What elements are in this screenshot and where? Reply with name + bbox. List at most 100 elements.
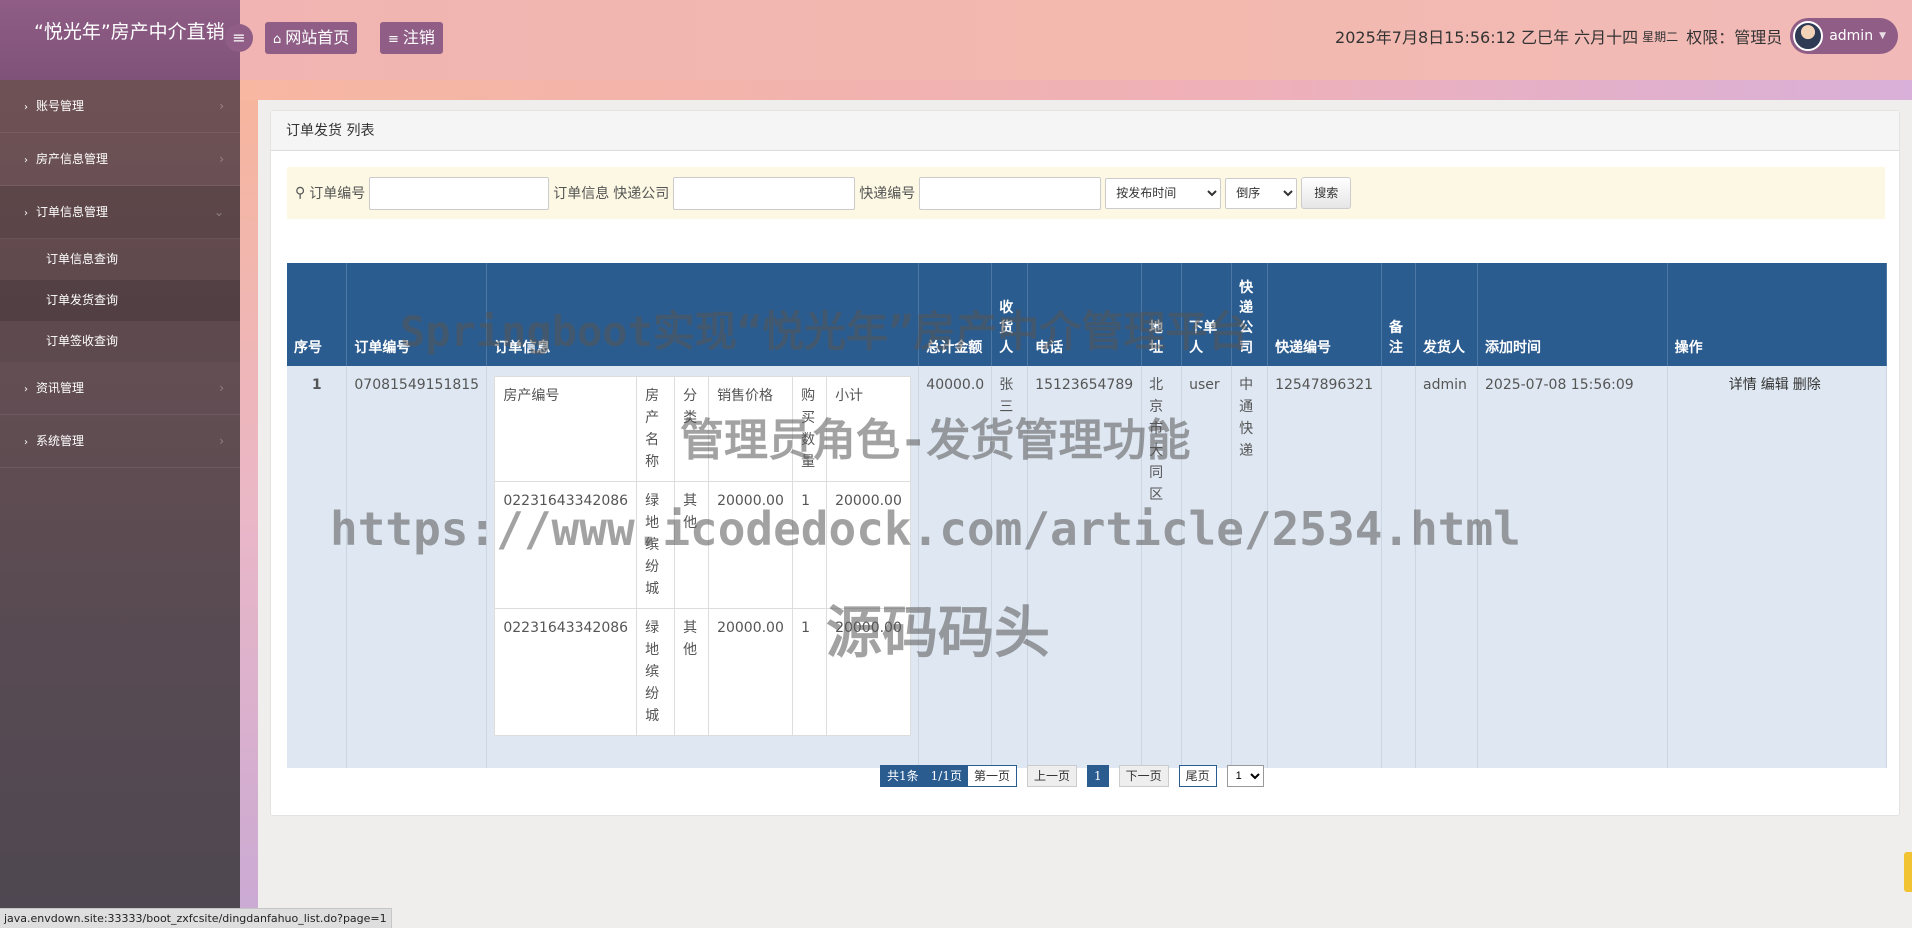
inner-cell: 绿地缤纷城 <box>636 608 676 736</box>
logout-button[interactable]: ≡ 注销 <box>380 22 443 54</box>
last-page-link[interactable]: 尾页 <box>1178 765 1217 787</box>
sidebar-subitem-order-query[interactable]: 订单信息查询 <box>0 239 240 280</box>
order-no-input[interactable] <box>369 176 550 210</box>
col-order-no: 订单编号 <box>346 263 488 366</box>
chevron-right-icon: › <box>24 102 28 113</box>
chevron-down-icon: ▼ <box>1879 31 1886 41</box>
browser-status-bar: java.envdown.site:33333/boot_zxfcsite/di… <box>0 908 392 928</box>
sidebar-item-system[interactable]: › 系统管理 › <box>0 415 240 468</box>
sidebar-item-property[interactable]: › 房产信息管理 › <box>0 133 240 186</box>
inner-cell: 其他 <box>674 481 710 609</box>
cell-order-info: 房产编号 房产名称 分类 销售价格 购买数量 小计 02231643342086… <box>486 366 920 768</box>
tracking-input[interactable] <box>919 176 1102 210</box>
col-tracking: 快递编号 <box>1267 263 1383 366</box>
search-icon: ⚲ <box>295 185 306 201</box>
content-top-strip <box>240 80 1912 100</box>
col-buyer: 下单人 <box>1181 263 1233 366</box>
inner-cell: 20000.00 <box>826 608 912 736</box>
table-header-row: 序号 订单编号 订单信息 总计金额 收货人 电话 地址 下单人 快递公司 快递编… <box>287 263 1888 366</box>
page-1-link[interactable]: 1 <box>1087 765 1109 787</box>
chevron-right-icon: › <box>24 155 28 166</box>
inner-col-subtotal: 小计 <box>826 376 912 482</box>
cell-tracking: 12547896321 <box>1267 366 1383 768</box>
inner-col-quantity: 购买数量 <box>792 376 828 482</box>
chevron-right-icon: › <box>219 434 224 448</box>
total-count: 共1条 <box>881 766 925 786</box>
col-remark: 备注 <box>1381 263 1417 366</box>
col-ops: 操作 <box>1667 263 1888 366</box>
brand-title: “悦光年”房产中介直销 <box>0 0 240 80</box>
chevron-right-icon: › <box>219 152 224 166</box>
table-row: 1 07081549151815 房产编号 房产名称 分类 销售价格 购买数量 … <box>287 366 1888 768</box>
home-icon: ⌂ <box>273 32 282 47</box>
content-area: 订单发货 列表 ⚲ 订单编号 订单信息 快递公司 快递编号 按发布时间 倒序 搜… <box>240 80 1912 928</box>
side-widget-tab[interactable] <box>1904 852 1912 892</box>
cell-buyer: user <box>1181 366 1233 768</box>
sidebar-subitem-receipt-query[interactable]: 订单签收查询 <box>0 321 240 362</box>
top-header: “悦光年”房产中介直销 ≡ ⌂ 网站首页 ≡ 注销 2025年7月8日15:56:1… <box>0 0 1912 80</box>
inner-cell: 1 <box>792 481 828 609</box>
prev-page-link[interactable]: 上一页 <box>1026 765 1077 787</box>
cell-time: 2025-07-08 15:56:09 <box>1477 366 1668 768</box>
chevron-right-icon: › <box>24 437 28 448</box>
search-bar: ⚲ 订单编号 订单信息 快递公司 快递编号 按发布时间 倒序 搜索 <box>287 167 1885 219</box>
orders-table: 序号 订单编号 订单信息 总计金额 收货人 电话 地址 下单人 快递公司 快递编… <box>287 263 1888 768</box>
home-button[interactable]: ⌂ 网站首页 <box>265 22 358 54</box>
inner-cell: 02231643342086 <box>494 608 638 736</box>
next-page-link[interactable]: 下一页 <box>1118 765 1169 787</box>
user-menu[interactable]: admin ▼ <box>1790 18 1898 54</box>
weekday: 星期二 <box>1642 29 1679 44</box>
cell-courier: 中通快递 <box>1231 366 1269 768</box>
delete-link[interactable]: 删除 <box>1793 377 1821 393</box>
header-right: 2025年7月8日15:56:12 乙巳年 六月十四 星期二 权限：管理员 ad… <box>1335 18 1898 54</box>
detail-link[interactable]: 详情 <box>1729 377 1757 393</box>
inner-header-row: 房产编号 房产名称 分类 销售价格 购买数量 小计 <box>494 376 912 482</box>
page-count: 1/1页 <box>924 766 968 786</box>
cell-shipper: admin <box>1415 366 1478 768</box>
cell-total: 40000.0 <box>918 366 993 768</box>
cell-order-no: 07081549151815 <box>346 366 488 768</box>
cell-address: 北京市大同区 <box>1141 366 1183 768</box>
order-items-table: 房产编号 房产名称 分类 销售价格 购买数量 小计 02231643342086… <box>494 376 912 736</box>
col-courier: 快递公司 <box>1231 263 1269 366</box>
col-index: 序号 <box>287 263 348 366</box>
sort-order-select[interactable]: 倒序 <box>1225 177 1298 209</box>
col-time: 添加时间 <box>1477 263 1668 366</box>
chevron-down-icon: ⌄ <box>213 205 224 219</box>
col-phone: 电话 <box>1027 263 1143 366</box>
sort-field-select[interactable]: 按发布时间 <box>1105 177 1222 209</box>
order-no-label: 订单编号 <box>309 186 366 202</box>
menu-toggle-icon[interactable]: ≡ <box>225 24 253 52</box>
cell-remark <box>1381 366 1417 768</box>
sidebar-item-account[interactable]: › 账号管理 › <box>0 80 240 133</box>
chevron-right-icon: › <box>24 208 28 219</box>
pagination: 共1条 1/1页 第一页 上一页 1 下一页 尾页 1 <box>880 765 1264 787</box>
panel-title: 订单发货 列表 <box>271 111 1899 151</box>
col-receiver: 收货人 <box>991 263 1029 366</box>
content-left-edge <box>240 100 258 928</box>
inner-cell: 绿地缤纷城 <box>636 481 676 609</box>
sidebar-item-news[interactable]: › 资讯管理 › <box>0 362 240 415</box>
page-select[interactable]: 1 <box>1226 765 1264 787</box>
page-summary: 共1条 1/1页 第一页 <box>880 765 1017 787</box>
inner-cell: 20000.00 <box>826 481 912 609</box>
bars-icon: ≡ <box>388 32 399 47</box>
inner-col-category: 分类 <box>674 376 710 482</box>
edit-link[interactable]: 编辑 <box>1761 377 1789 393</box>
inner-cell: 20000.00 <box>708 608 794 736</box>
first-page-link[interactable]: 第一页 <box>967 766 1016 786</box>
inner-cell: 其他 <box>674 608 710 736</box>
inner-col-property-no: 房产编号 <box>494 376 638 482</box>
courier-input[interactable] <box>673 176 856 210</box>
courier-label: 快递公司 <box>613 186 670 202</box>
inner-cell: 20000.00 <box>708 481 794 609</box>
sidebar: › 账号管理 › › 房产信息管理 › › 订单信息管理 ⌄ 订单信息查询 订单发货查… <box>0 80 240 928</box>
username: admin <box>1829 28 1874 44</box>
sidebar-item-orders[interactable]: › 订单信息管理 ⌄ <box>0 186 240 239</box>
tracking-label: 快递编号 <box>859 186 916 202</box>
sidebar-subitem-shipping-query[interactable]: 订单发货查询 <box>0 280 240 321</box>
search-button[interactable]: 搜索 <box>1301 177 1352 209</box>
col-order-info: 订单信息 <box>486 263 920 366</box>
col-address: 地址 <box>1141 263 1183 366</box>
col-total: 总计金额 <box>918 263 993 366</box>
